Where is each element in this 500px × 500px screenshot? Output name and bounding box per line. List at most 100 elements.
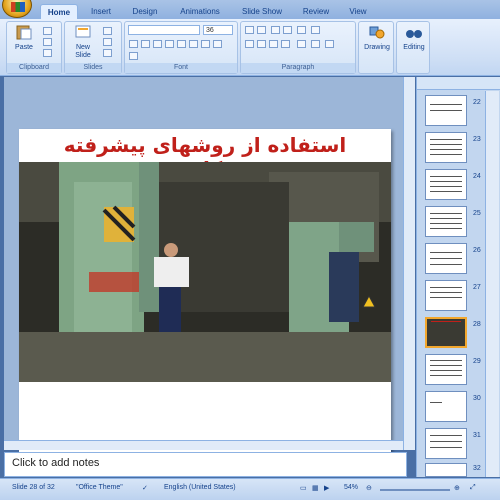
- thumbnail-number: 25: [473, 210, 481, 217]
- font-group: 36 Font: [124, 21, 238, 74]
- align-left-icon[interactable]: [245, 40, 254, 48]
- format-painter-icon[interactable]: [43, 49, 52, 57]
- theme-name: "Office Theme": [76, 484, 123, 491]
- zoom-slider[interactable]: [380, 489, 450, 491]
- thumbnail-number: 23: [473, 136, 481, 143]
- paste-label: Paste: [15, 44, 33, 51]
- factory-photo[interactable]: [19, 162, 391, 382]
- zoom-level[interactable]: 54%: [344, 484, 358, 491]
- clipboard-group: Paste Clipboard: [6, 21, 62, 74]
- thumbnails-tabs[interactable]: [417, 77, 500, 90]
- editing-group: Editing: [396, 21, 430, 74]
- zoom-in-icon[interactable]: ⊕: [454, 484, 460, 492]
- font-label: Font: [125, 63, 237, 73]
- decrease-indent-icon[interactable]: [271, 26, 280, 34]
- tab-animations[interactable]: Animations: [172, 4, 228, 20]
- thumbnail-slide[interactable]: [425, 280, 467, 311]
- tab-home[interactable]: Home: [40, 4, 78, 20]
- layout-icon[interactable]: [103, 27, 112, 35]
- thumbnail-slide[interactable]: [425, 428, 467, 459]
- drawing-label: Drawing: [364, 44, 390, 51]
- strikethrough-icon[interactable]: [165, 40, 174, 48]
- thumbnail-number: 24: [473, 173, 481, 180]
- justify-icon[interactable]: [281, 40, 290, 48]
- reset-icon[interactable]: [103, 38, 112, 46]
- thumbnail-slide[interactable]: [425, 243, 467, 274]
- current-slide[interactable]: استفاده از روشهای پیشرفته ومکانیزه: [19, 129, 391, 462]
- align-center-icon[interactable]: [257, 40, 266, 48]
- thumbnail-slide[interactable]: [425, 354, 467, 385]
- new-slide-label: New Slide: [75, 44, 91, 59]
- tab-slide-show[interactable]: Slide Show: [234, 4, 290, 20]
- thumbnail-slide[interactable]: [425, 169, 467, 200]
- thumbnail-number: 30: [473, 395, 481, 402]
- font-color-icon[interactable]: [129, 52, 138, 60]
- language-indicator[interactable]: English (United States): [164, 484, 236, 491]
- smartart-icon[interactable]: [325, 40, 334, 48]
- slide-thumbnails-pane: 22 23 24 25 26 27 28 29 30 31 32: [416, 77, 500, 477]
- underline-icon[interactable]: [153, 40, 162, 48]
- slide-counter: Slide 28 of 32: [12, 484, 55, 491]
- paste-icon: [16, 25, 32, 40]
- new-slide-button[interactable]: New Slide: [69, 24, 97, 60]
- editing-label: Editing: [403, 44, 425, 51]
- delete-slide-icon[interactable]: [103, 49, 112, 57]
- binoculars-icon: [406, 30, 422, 38]
- text-direction-icon[interactable]: [311, 26, 320, 34]
- thumbnail-slide[interactable]: [425, 463, 467, 477]
- bold-icon[interactable]: [129, 40, 138, 48]
- drawing-button[interactable]: Drawing: [360, 24, 394, 51]
- thumbnail-slide[interactable]: [425, 391, 467, 422]
- thumbnail-slide-selected[interactable]: [425, 317, 467, 348]
- slide-show-icon[interactable]: ▶: [324, 484, 329, 492]
- horizontal-scrollbar[interactable]: [4, 440, 403, 450]
- slide-sorter-icon[interactable]: ▦: [312, 484, 319, 492]
- thumbnails-scrollbar[interactable]: [485, 91, 499, 477]
- spell-check-icon[interactable]: ✓: [142, 484, 148, 492]
- columns-icon[interactable]: [297, 40, 306, 48]
- thumbnail-number: 32: [473, 465, 481, 472]
- new-slide-icon: [75, 25, 91, 38]
- thumbnail-number: 26: [473, 247, 481, 254]
- paste-button[interactable]: Paste: [13, 24, 35, 51]
- copy-icon[interactable]: [43, 38, 52, 46]
- case-icon[interactable]: [201, 40, 210, 48]
- status-bar: Slide 28 of 32 "Office Theme" ✓ English …: [0, 478, 500, 500]
- tab-view[interactable]: View: [340, 4, 376, 20]
- shapes-icon: [369, 26, 385, 39]
- office-button[interactable]: [2, 0, 32, 18]
- tab-design[interactable]: Design: [124, 4, 166, 20]
- spacing-icon[interactable]: [189, 40, 198, 48]
- vertical-scrollbar[interactable]: [403, 77, 415, 450]
- factory-scene-image: [19, 162, 391, 382]
- thumbnail-slide[interactable]: [425, 132, 467, 163]
- slides-group: New Slide Slides: [64, 21, 122, 74]
- editing-button[interactable]: Editing: [398, 24, 430, 51]
- thumbnail-slide[interactable]: [425, 95, 467, 126]
- align-text-icon[interactable]: [311, 40, 320, 48]
- clear-format-icon[interactable]: [213, 40, 222, 48]
- bullets-icon[interactable]: [245, 26, 254, 34]
- font-size-combo[interactable]: 36: [203, 25, 233, 35]
- font-name-combo[interactable]: [128, 25, 200, 35]
- office-logo-icon: [11, 2, 25, 12]
- tab-insert[interactable]: Insert: [82, 4, 120, 20]
- cut-icon[interactable]: [43, 27, 52, 35]
- fit-to-window-icon[interactable]: ⤢: [470, 484, 476, 492]
- thumbnail-slide[interactable]: [425, 206, 467, 237]
- drawing-group: Drawing: [358, 21, 394, 74]
- zoom-out-icon[interactable]: ⊖: [366, 484, 372, 492]
- increase-indent-icon[interactable]: [283, 26, 292, 34]
- thumbnail-number: 27: [473, 284, 481, 291]
- paragraph-label: Paragraph: [241, 63, 355, 73]
- line-spacing-icon[interactable]: [297, 26, 306, 34]
- ribbon-tab-bar: Home Insert Design Animations Slide Show…: [0, 0, 500, 20]
- tab-review[interactable]: Review: [296, 4, 336, 20]
- numbering-icon[interactable]: [257, 26, 266, 34]
- align-right-icon[interactable]: [269, 40, 278, 48]
- notes-pane[interactable]: Click to add notes: [4, 452, 407, 477]
- slide-editing-pane: استفاده از روشهای پیشرفته ومکانیزه: [4, 77, 406, 462]
- normal-view-icon[interactable]: ▭: [300, 484, 307, 492]
- italic-icon[interactable]: [141, 40, 150, 48]
- shadow-icon[interactable]: [177, 40, 186, 48]
